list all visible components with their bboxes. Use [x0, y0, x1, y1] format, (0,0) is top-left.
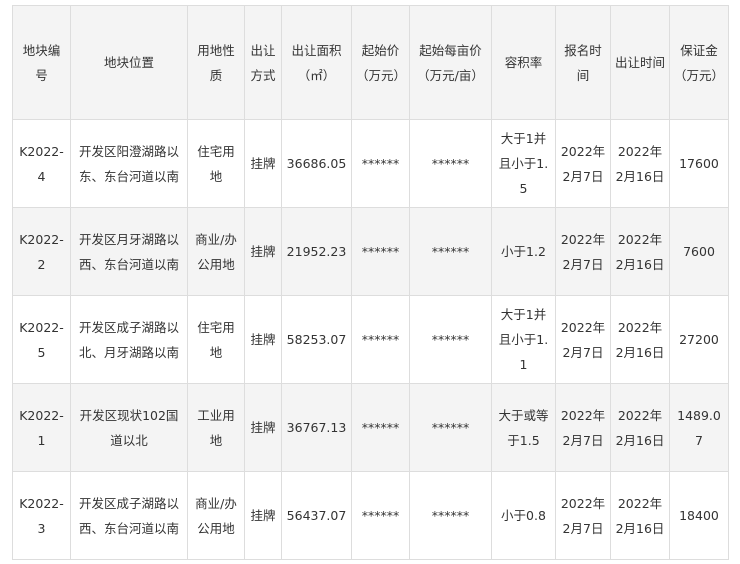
cell-plot-ratio: 大于或等于1.5	[491, 383, 556, 472]
cell-plot-id: K2022-2	[12, 207, 71, 296]
cell-transfer-method: 挂牌	[244, 383, 282, 472]
cell-transfer-time: 2022年2月16日	[610, 383, 670, 472]
cell-transfer-time: 2022年2月16日	[610, 295, 670, 384]
cell-price-per-mu: ******	[409, 471, 492, 560]
cell-plot-location: 开发区月牙湖路以西、东台河道以南	[70, 207, 188, 296]
cell-plot-id: K2022-5	[12, 295, 71, 384]
header-deposit: 保证金（万元）	[669, 5, 729, 120]
land-auction-table: 地块编号 地块位置 用地性质 出让方式 出让面积（㎡） 起始价（万元） 起始每亩…	[12, 5, 729, 560]
cell-registration-time: 2022年2月7日	[555, 119, 611, 208]
header-starting-price: 起始价（万元）	[351, 5, 410, 120]
table-row: K2022-3 开发区成子湖路以西、东台河道以南 商业/办公用地 挂牌 5643…	[12, 471, 729, 560]
header-transfer-method: 出让方式	[244, 5, 282, 120]
cell-area: 58253.07	[281, 295, 352, 384]
cell-land-use: 住宅用地	[187, 295, 245, 384]
header-plot-ratio: 容积率	[491, 5, 556, 120]
cell-plot-location: 开发区成子湖路以北、月牙湖路以南	[70, 295, 188, 384]
cell-deposit: 18400	[669, 471, 729, 560]
cell-starting-price: ******	[351, 383, 410, 472]
cell-price-per-mu: ******	[409, 207, 492, 296]
cell-plot-location: 开发区成子湖路以西、东台河道以南	[70, 471, 188, 560]
cell-transfer-method: 挂牌	[244, 295, 282, 384]
cell-plot-id: K2022-3	[12, 471, 71, 560]
cell-starting-price: ******	[351, 119, 410, 208]
header-plot-id: 地块编号	[12, 5, 71, 120]
cell-registration-time: 2022年2月7日	[555, 295, 611, 384]
header-plot-location: 地块位置	[70, 5, 188, 120]
cell-deposit: 17600	[669, 119, 729, 208]
cell-plot-location: 开发区阳澄湖路以东、东台河道以南	[70, 119, 188, 208]
cell-land-use: 商业/办公用地	[187, 207, 245, 296]
cell-price-per-mu: ******	[409, 383, 492, 472]
cell-registration-time: 2022年2月7日	[555, 383, 611, 472]
cell-plot-ratio: 大于1并且小于1.5	[491, 119, 556, 208]
cell-transfer-method: 挂牌	[244, 471, 282, 560]
cell-transfer-time: 2022年2月16日	[610, 119, 670, 208]
cell-plot-ratio: 大于1并且小于1.1	[491, 295, 556, 384]
cell-transfer-time: 2022年2月16日	[610, 471, 670, 560]
cell-area: 36686.05	[281, 119, 352, 208]
cell-registration-time: 2022年2月7日	[555, 471, 611, 560]
header-area: 出让面积（㎡）	[281, 5, 352, 120]
header-land-use: 用地性质	[187, 5, 245, 120]
cell-price-per-mu: ******	[409, 119, 492, 208]
cell-registration-time: 2022年2月7日	[555, 207, 611, 296]
cell-transfer-method: 挂牌	[244, 207, 282, 296]
cell-deposit: 27200	[669, 295, 729, 384]
table-row: K2022-1 开发区现状102国道以北 工业用地 挂牌 36767.13 **…	[12, 383, 729, 472]
cell-plot-id: K2022-1	[12, 383, 71, 472]
table-header-row: 地块编号 地块位置 用地性质 出让方式 出让面积（㎡） 起始价（万元） 起始每亩…	[12, 5, 729, 120]
cell-starting-price: ******	[351, 471, 410, 560]
cell-area: 21952.23	[281, 207, 352, 296]
cell-plot-id: K2022-4	[12, 119, 71, 208]
header-transfer-time: 出让时间	[610, 5, 670, 120]
cell-land-use: 商业/办公用地	[187, 471, 245, 560]
cell-deposit: 7600	[669, 207, 729, 296]
cell-starting-price: ******	[351, 207, 410, 296]
cell-plot-location: 开发区现状102国道以北	[70, 383, 188, 472]
header-registration-time: 报名时间	[555, 5, 611, 120]
cell-starting-price: ******	[351, 295, 410, 384]
table-row: K2022-2 开发区月牙湖路以西、东台河道以南 商业/办公用地 挂牌 2195…	[12, 207, 729, 296]
cell-plot-ratio: 小于0.8	[491, 471, 556, 560]
cell-plot-ratio: 小于1.2	[491, 207, 556, 296]
table-row: K2022-5 开发区成子湖路以北、月牙湖路以南 住宅用地 挂牌 58253.0…	[12, 295, 729, 384]
cell-deposit: 1489.07	[669, 383, 729, 472]
table-row: K2022-4 开发区阳澄湖路以东、东台河道以南 住宅用地 挂牌 36686.0…	[12, 119, 729, 208]
cell-transfer-method: 挂牌	[244, 119, 282, 208]
cell-transfer-time: 2022年2月16日	[610, 207, 670, 296]
cell-area: 56437.07	[281, 471, 352, 560]
cell-land-use: 工业用地	[187, 383, 245, 472]
cell-land-use: 住宅用地	[187, 119, 245, 208]
cell-price-per-mu: ******	[409, 295, 492, 384]
header-price-per-mu: 起始每亩价（万元/亩）	[409, 5, 492, 120]
cell-area: 36767.13	[281, 383, 352, 472]
